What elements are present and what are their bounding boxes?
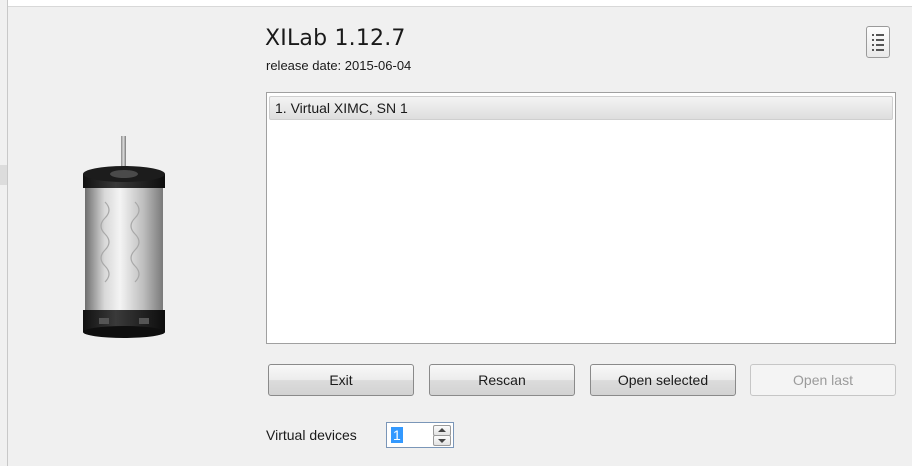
log-button[interactable] xyxy=(866,26,890,58)
rescan-button[interactable]: Rescan xyxy=(429,364,575,396)
log-list-icon xyxy=(872,34,884,51)
virtual-devices-value[interactable]: 1 xyxy=(391,427,403,443)
device-list[interactable]: 1. Virtual XIMC, SN 1 xyxy=(266,92,896,344)
device-list-item[interactable]: 1. Virtual XIMC, SN 1 xyxy=(269,96,893,120)
open-last-button[interactable]: Open last xyxy=(750,364,896,396)
release-date: release date: 2015-06-04 xyxy=(266,58,412,73)
exit-button[interactable]: Exit xyxy=(268,364,414,396)
app-title: XILab 1.12.7 xyxy=(265,26,406,51)
virtual-devices-label: Virtual devices xyxy=(266,427,357,443)
spin-arrows xyxy=(433,425,451,446)
open-selected-button[interactable]: Open selected xyxy=(590,364,736,396)
spin-down-arrow-icon[interactable] xyxy=(433,435,451,446)
motor-device-icon xyxy=(83,136,165,338)
virtual-devices-spinbox[interactable]: 1 xyxy=(386,422,454,448)
